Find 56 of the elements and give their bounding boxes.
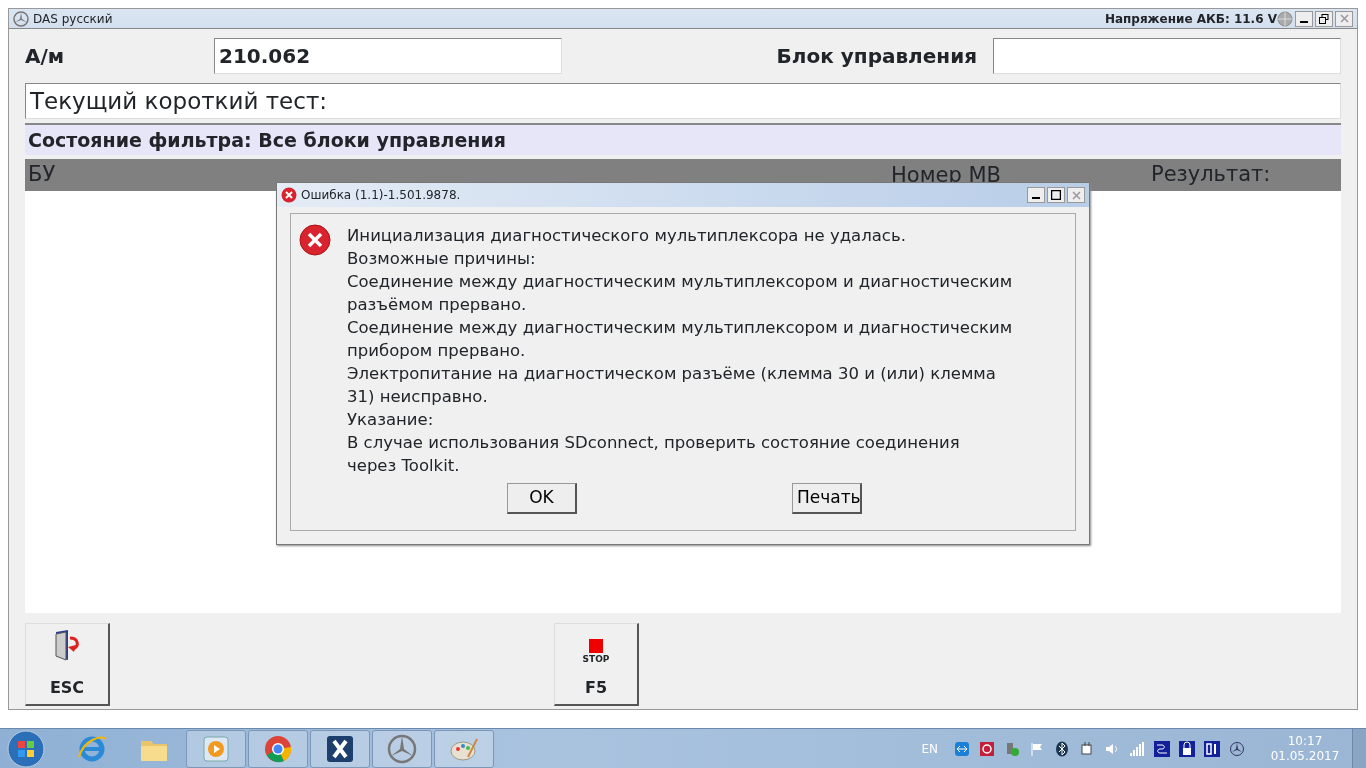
minimize-icon [1300, 20, 1308, 23]
minimize-icon [1032, 197, 1040, 199]
message-line: 31) неисправно. [347, 386, 489, 408]
restore-button[interactable] [1315, 10, 1333, 27]
function-key-button[interactable]: ESC [25, 623, 110, 706]
control-unit-field[interactable] [993, 38, 1341, 74]
message-line: Возможные причины: [347, 248, 537, 270]
current-test-field: Текущий короткий тест: [25, 83, 1341, 119]
flag-icon[interactable] [1029, 740, 1045, 757]
message-line: разъёмом прервано. [347, 294, 528, 316]
door-exit-icon [52, 628, 82, 662]
key-label: ESC [49, 677, 85, 699]
function-key-button[interactable]: STOP F5 [554, 623, 639, 706]
message-line: через Toolkit. [347, 455, 461, 477]
message-line: Инициализация диагностического мультиплексора не удалась. [347, 225, 907, 247]
close-icon [1339, 14, 1349, 23]
filter-status: Состояние фильтра: Все блоки управления [25, 123, 1341, 155]
message-line: прибором прервано. [347, 340, 527, 362]
stop-square-icon [589, 638, 603, 653]
column-header: БУ [27, 161, 57, 188]
column-header: Номер MB [891, 162, 1002, 189]
message-line: Соединение между диагностическим мультиплексором и диагностическим [347, 271, 1014, 293]
signal-bars-icon[interactable] [1129, 740, 1145, 757]
clock-date: 01.05.2017 [1270, 748, 1340, 764]
message-line: Соединение между диагностическим мультиплексором и диагностическим [347, 317, 1014, 339]
stop-caption: STOP [582, 652, 610, 666]
dialog-title: Ошибка (1.1)-1.501.9878. [301, 187, 462, 204]
vehicle-label: А/м [25, 43, 66, 70]
control-unit-label: Блок управления [776, 43, 977, 70]
message-line: Электропитание на диагностическом разъёме (клемма 30 и (или) клемма [347, 363, 997, 385]
window-title: DAS русский [33, 10, 113, 28]
dialog-button[interactable]: OK [507, 483, 577, 514]
network-link-icon[interactable] [1154, 740, 1170, 757]
message-line: В случае использования SDconnect, проверить состояние соединения [347, 432, 961, 454]
close-icon [1071, 190, 1081, 200]
bluetooth-icon[interactable] [1054, 740, 1070, 757]
minimize-button[interactable] [1295, 10, 1313, 27]
maximize-button[interactable] [1047, 187, 1065, 203]
key-label: F5 [584, 677, 608, 699]
remote-arrows-icon[interactable] [954, 740, 970, 757]
dialog-button[interactable]: Печать [792, 483, 862, 514]
error-icon [281, 187, 297, 203]
clock-time: 10:17 [1286, 733, 1324, 749]
column-header: Результат: [1151, 161, 1271, 188]
vehicle-field[interactable]: 210.062 [214, 38, 562, 74]
taskbar-app-button[interactable] [310, 729, 370, 768]
maximize-icon [1051, 190, 1061, 200]
start-button[interactable] [6, 728, 46, 768]
battery-voltage: Напряжение АКБ: 11.6 V [1104, 10, 1277, 28]
lock-icon[interactable] [1179, 740, 1195, 757]
minimize-button[interactable] [1027, 187, 1045, 203]
message-line: Указание: [347, 409, 435, 431]
error-icon [299, 224, 331, 256]
windows-logo-icon [6, 728, 46, 768]
restore-icon [1319, 13, 1329, 24]
binary-tile-icon[interactable] [1204, 740, 1220, 757]
